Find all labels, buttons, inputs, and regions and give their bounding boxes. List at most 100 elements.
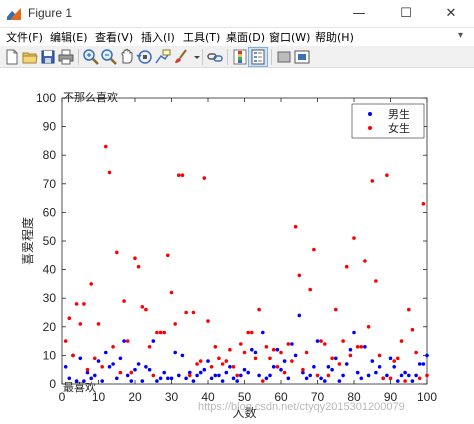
male-data-point (235, 379, 239, 383)
male-data-point (242, 367, 247, 372)
maximize-button[interactable]: ☐ (383, 0, 429, 28)
save-icon[interactable] (39, 48, 57, 66)
male-data-point (78, 356, 83, 361)
male-data-point (213, 373, 218, 378)
menu-help[interactable]: 帮助(H) (315, 29, 354, 45)
colorbar-icon[interactable] (231, 48, 249, 66)
menu-edit[interactable]: 编辑(E) (50, 29, 88, 45)
male-data-point (337, 379, 342, 383)
female-data-point (198, 359, 203, 363)
male-data-point (198, 370, 203, 375)
data-cursor-icon[interactable] (154, 48, 172, 66)
hide-plot-tools-icon[interactable] (275, 48, 293, 66)
female-data-point (228, 347, 232, 352)
female-data-point (377, 353, 382, 358)
female-data-point (323, 342, 327, 346)
female-data-point (315, 373, 320, 378)
zoom-out-icon[interactable] (100, 48, 118, 66)
male-data-point (377, 365, 382, 369)
legend-marker-female (368, 126, 372, 130)
female-data-point (122, 299, 126, 303)
new-figure-icon[interactable] (3, 48, 21, 66)
female-data-point (111, 345, 115, 349)
print-icon[interactable] (57, 48, 75, 66)
figure-canvas[interactable]: 0 10 20 30 40 50 60 70 80 90 100 0 10 20 30 40 50 60 70 80 9… (0, 68, 474, 424)
x-tick-label: 30 (165, 390, 179, 404)
male-data-point (184, 376, 188, 381)
female-data-point (180, 173, 185, 177)
close-button[interactable]: ✕ (428, 0, 474, 28)
male-data-point (421, 362, 426, 366)
male-data-point (330, 367, 334, 372)
menu-tools[interactable]: 工具(T) (183, 29, 220, 45)
male-data-point (140, 379, 145, 383)
female-data-point (301, 367, 305, 372)
female-data-point (344, 264, 349, 269)
y-axis-label: 喜爱程度 (20, 217, 35, 265)
female-data-point (115, 250, 119, 255)
male-data-point (326, 365, 331, 369)
legend-label-male: 男生 (388, 107, 410, 121)
male-data-point (96, 359, 101, 363)
male-data-point (173, 350, 177, 355)
female-data-point (195, 362, 199, 366)
female-data-point (188, 373, 192, 378)
female-data-point (297, 273, 302, 278)
female-data-point (385, 173, 389, 177)
female-data-point (374, 279, 378, 283)
menu-file[interactable]: 文件(F) (6, 29, 43, 45)
female-data-point (213, 345, 218, 349)
rotate-3d-icon[interactable] (136, 48, 154, 66)
scatter-chart[interactable]: 0 10 20 30 40 50 60 70 80 90 100010203040506070809… (0, 68, 474, 424)
dropdown-icon[interactable] (188, 48, 200, 66)
male-data-point (144, 365, 148, 369)
male-data-point (224, 370, 229, 375)
female-data-point (235, 373, 239, 378)
male-data-point (133, 367, 137, 372)
menu-bar: 文件(F) 编辑(E) 查看(V) 插入(I) 工具(T) 桌面(D) 窗口(W… (0, 28, 474, 46)
show-plot-tools-icon[interactable] (293, 48, 311, 66)
female-data-point (202, 176, 207, 180)
link-icon[interactable] (206, 48, 224, 66)
male-data-point (257, 373, 261, 378)
minimize-button[interactable]: — (336, 0, 382, 28)
female-data-point (348, 353, 353, 358)
menu-insert[interactable]: 插入(I) (141, 29, 175, 45)
female-data-point (206, 319, 210, 323)
male-data-point (209, 376, 214, 381)
male-data-point (319, 376, 323, 381)
female-data-point (129, 370, 134, 375)
legend-icon[interactable] (248, 47, 268, 67)
title-bar[interactable]: Figure 1 — ☐ ✕ (0, 0, 474, 28)
menu-view[interactable]: 查看(V) (95, 29, 133, 45)
zoom-in-icon[interactable] (82, 48, 100, 66)
menubar-overflow-icon[interactable]: ▾ (458, 30, 463, 41)
female-data-point (366, 325, 371, 329)
male-data-point (268, 373, 272, 378)
female-data-point (177, 173, 181, 177)
male-data-point (275, 347, 280, 352)
toolbar-separator (227, 49, 228, 65)
pan-icon[interactable] (118, 48, 136, 66)
female-data-point (275, 365, 280, 369)
female-data-point (125, 339, 130, 343)
open-file-icon[interactable] (21, 48, 39, 66)
female-data-point (257, 307, 261, 312)
female-data-point (293, 224, 298, 229)
watermark: https://blog.csdn.net/ctyqy2015301200079 (198, 401, 405, 413)
female-data-point (417, 376, 422, 381)
female-data-point (71, 353, 75, 358)
y-tick-label: 10 (43, 348, 57, 362)
female-data-point (209, 365, 214, 369)
menu-window[interactable]: 窗口(W) (269, 29, 310, 45)
female-data-point (286, 342, 291, 346)
y-tick-label: 80 (43, 148, 57, 162)
female-data-point (337, 362, 342, 366)
female-data-point (136, 264, 141, 269)
female-data-point (246, 330, 250, 335)
male-data-point (370, 359, 375, 363)
male-data-point (195, 373, 199, 378)
male-data-point (323, 379, 327, 383)
female-data-point (82, 302, 86, 306)
menu-desktop[interactable]: 桌面(D) (226, 29, 265, 45)
